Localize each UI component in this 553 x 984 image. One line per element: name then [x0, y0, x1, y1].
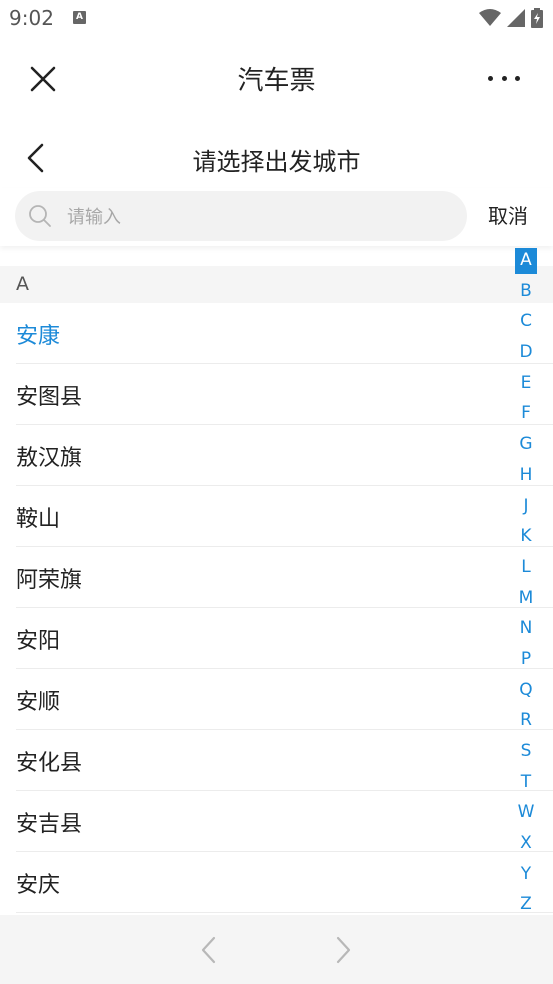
- alphabet-index-letter-label: Y: [520, 863, 532, 884]
- city-name: 鞍山: [16, 507, 61, 532]
- alphabet-index-letter[interactable]: F: [511, 400, 541, 431]
- cancel-button[interactable]: 取消: [488, 200, 528, 229]
- alphabet-index-letter[interactable]: H: [511, 462, 541, 493]
- alphabet-index-letter[interactable]: A: [511, 247, 541, 278]
- alphabet-index-letter-label: L: [521, 556, 531, 577]
- alphabet-index-letter[interactable]: M: [511, 585, 541, 616]
- city-name: 安化县: [16, 751, 83, 776]
- city-name: 阿荣旗: [16, 568, 83, 593]
- city-list-item[interactable]: 安吉县: [16, 791, 553, 852]
- more-dot-icon: [501, 75, 507, 81]
- city-name: 安顺: [16, 690, 61, 715]
- city-name: 安康: [16, 324, 61, 349]
- alphabet-index-letter-label: A: [515, 248, 537, 274]
- section-header: A: [0, 266, 553, 303]
- back-nav-icon[interactable]: [198, 935, 220, 965]
- alphabet-index-letter[interactable]: Y: [511, 861, 541, 892]
- alphabet-index-letter-label: G: [519, 434, 533, 455]
- bottom-nav-bar: [0, 915, 553, 984]
- alphabet-index-letter[interactable]: C: [511, 308, 541, 339]
- alphabet-index: ABCDEFGHJKLMNPQRSTWXYZ: [511, 247, 541, 922]
- city-list-item[interactable]: 安顺: [16, 669, 553, 730]
- city-list-item[interactable]: 安康: [16, 303, 553, 364]
- alphabet-index-letter-label: K: [520, 526, 532, 547]
- alphabet-index-letter-label: B: [520, 280, 532, 301]
- title-bar: 汽车票: [0, 38, 553, 118]
- alphabet-index-letter-label: W: [517, 802, 535, 823]
- alphabet-index-letter-label: P: [520, 648, 532, 669]
- battery-icon: [531, 8, 543, 28]
- search-input[interactable]: [65, 201, 449, 233]
- alphabet-index-letter-label: D: [519, 342, 533, 363]
- city-list: 安康 安图县 敖汉旗 鞍山 阿荣旗 安阳 安顺 安化县 安吉县 安庆: [0, 303, 553, 913]
- app-notification-icon: A: [73, 11, 86, 24]
- alphabet-index-letter[interactable]: D: [511, 339, 541, 370]
- city-name: 安庆: [16, 873, 61, 898]
- alphabet-index-letter[interactable]: G: [511, 431, 541, 462]
- forward-nav-icon[interactable]: [332, 935, 354, 965]
- alphabet-index-letter[interactable]: T: [511, 769, 541, 800]
- more-options-button[interactable]: [488, 72, 520, 84]
- alphabet-index-letter-label: E: [520, 372, 532, 393]
- alphabet-index-letter-label: X: [520, 833, 532, 854]
- alphabet-index-letter-label: R: [520, 710, 532, 731]
- alphabet-index-letter[interactable]: J: [511, 493, 541, 524]
- city-list-item[interactable]: 安庆: [16, 852, 553, 913]
- status-bar: 9:02 A: [0, 0, 553, 38]
- alphabet-index-letter[interactable]: W: [511, 799, 541, 830]
- alphabet-index-letter-label: J: [523, 495, 529, 516]
- more-dot-icon: [488, 75, 493, 81]
- page-title: 汽车票: [237, 66, 316, 96]
- select-city-title: 请选择出发城市: [192, 148, 361, 176]
- alphabet-index-letter[interactable]: R: [511, 707, 541, 738]
- alphabet-index-letter-label: S: [520, 741, 532, 761]
- status-indicators: [479, 7, 543, 29]
- alphabet-index-letter-label: N: [519, 618, 533, 639]
- alphabet-index-letter-label: T: [520, 771, 532, 792]
- city-list-item[interactable]: 安阳: [16, 608, 553, 669]
- city-name: 敖汉旗: [16, 446, 83, 471]
- signal-icon: [507, 9, 525, 27]
- alphabet-index-letter[interactable]: P: [511, 646, 541, 677]
- alphabet-index-letter[interactable]: K: [511, 523, 541, 554]
- city-name: 安图县: [16, 385, 83, 410]
- city-list-item[interactable]: 鞍山: [16, 486, 553, 547]
- city-list-item[interactable]: 安化县: [16, 730, 553, 791]
- alphabet-index-letter-label: Q: [519, 679, 533, 700]
- city-list-item[interactable]: 安图县: [16, 364, 553, 425]
- search-box[interactable]: [15, 191, 467, 241]
- city-list-item[interactable]: 阿荣旗: [16, 547, 553, 608]
- alphabet-index-letter-label: C: [520, 311, 532, 332]
- alphabet-index-letter[interactable]: L: [511, 554, 541, 585]
- city-list-item[interactable]: 敖汉旗: [16, 425, 553, 486]
- alphabet-index-letter[interactable]: S: [511, 738, 541, 769]
- alphabet-index-letter-label: H: [519, 464, 533, 485]
- alphabet-index-letter[interactable]: E: [511, 370, 541, 401]
- sub-header: 请选择出发城市: [0, 124, 553, 188]
- alphabet-index-letter[interactable]: Q: [511, 677, 541, 708]
- alphabet-index-letter[interactable]: B: [511, 278, 541, 309]
- search-bar: 取消: [0, 188, 553, 246]
- alphabet-index-letter-label: M: [518, 587, 534, 608]
- wifi-icon: [479, 9, 501, 26]
- city-name: 安阳: [16, 629, 61, 654]
- alphabet-index-letter-label: Z: [520, 894, 532, 915]
- search-icon: [29, 205, 51, 227]
- alphabet-index-letter[interactable]: N: [511, 615, 541, 646]
- alphabet-index-letter-label: F: [521, 403, 531, 424]
- status-time: 9:02: [9, 6, 54, 30]
- alphabet-index-letter[interactable]: X: [511, 830, 541, 861]
- more-dot-icon: [515, 75, 520, 81]
- city-name: 安吉县: [16, 812, 83, 837]
- section-letter: A: [16, 273, 29, 295]
